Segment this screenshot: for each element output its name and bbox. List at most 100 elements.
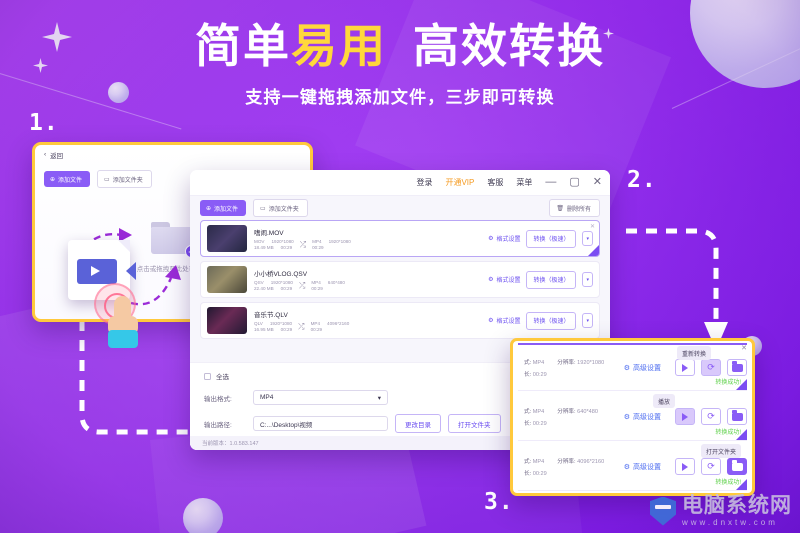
menu-button[interactable]: 菜单 [516,177,532,188]
play-button[interactable] [675,458,695,475]
file-name: 音乐节.QLV [254,311,288,319]
table-row[interactable]: 小小桥VLOG.QSV QSV 1920*1080 22.40 MB 00:29 [200,261,600,298]
source-specs: MOV 1920*1080 18.49 MB 00:29 [254,239,294,251]
advanced-settings-link[interactable]: ⚙ 高级设置 [624,462,661,472]
reconvert-button[interactable]: ⟳ [701,458,721,475]
change-directory-button[interactable]: 更改目录 [395,414,441,433]
src-format: QLV [254,320,263,326]
back-chevron-icon[interactable]: ‹ [44,151,46,158]
open-folder-button[interactable] [727,458,747,475]
src-dur: 00:29 [280,245,293,251]
play-button[interactable] [675,408,695,425]
format-settings-link[interactable]: ⚙ 格式设置 [488,234,520,243]
target-specs: MP4 1920*1080 00:29 [312,239,351,251]
remove-row-icon[interactable]: ✕ [590,223,595,230]
vip-button[interactable]: 开通VIP [445,177,474,188]
support-button[interactable]: 客服 [487,177,503,188]
output-format-select[interactable]: MP4 ▾ [253,390,388,405]
row-corner-marker [736,379,747,390]
dst-format: MP4 [311,279,321,285]
convert-button[interactable]: 转换（极速） [526,311,577,330]
open-folder-button[interactable]: 打开文件夹 [448,414,501,433]
dst-res: 1920*1080 [328,238,351,244]
src-size: 18.49 MB [254,245,274,251]
row-corner-marker [736,479,747,490]
main-add-folder-label: 添加文件夹 [268,206,299,213]
delete-all-label: 删除所有 [566,206,591,213]
result-resolution: 分辨率: 1920*1080 [557,359,605,366]
gear-icon: ⚙ [488,236,494,242]
format-settings-link[interactable]: ⚙ 格式设置 [488,316,520,325]
select-all-checkbox[interactable] [204,372,211,380]
delete-all-button[interactable]: 🗑 删除所有 [549,199,600,217]
login-button[interactable]: 登录 [416,177,432,188]
main-add-folder-button[interactable]: ▭ 添加文件夹 [253,199,308,217]
target-specs: MP4 4096*2160 00:29 [311,321,350,333]
src-dur: 00:29 [280,327,293,333]
chevron-down-icon[interactable]: ▾ [582,272,593,287]
gear-icon: ⚙ [623,413,630,421]
format-settings-label: 格式设置 [496,278,521,284]
version-label: 当前版本：1.0.583.147 [202,441,259,447]
main-toolbar: ⊕ 添加文件 ▭ 添加文件夹 🗑 删除所有 [190,196,610,220]
result-row[interactable]: 式: MP4 分辨率: 1920*1080 长: 00:29 ⚙ 高级设置 ⟳ … [518,343,747,391]
result-row[interactable]: 式: MP4 分辨率: 640*480 长: 00:29 ⚙ 高级设置 ⟳ 播放… [518,393,747,441]
watermark-cn: 电脑系统网 [682,494,792,517]
gear-icon: ⚙ [488,318,494,324]
step-number-1: 1. [29,110,59,136]
convert-button[interactable]: 转换（极速） [526,229,577,248]
main-add-file-label: 添加文件 [214,206,239,213]
result-specs: 式: MP4 分辨率: 4096*2160 长: 00:29 [524,457,624,477]
result-specs: 式: MP4 分辨率: 640*480 长: 00:29 [524,407,624,427]
title-part-3: 高效转换 [413,19,605,73]
watermark: 电脑系统网 www.dnxtw.com [650,495,792,527]
convert-button[interactable]: 转换（极速） [526,270,577,289]
step3-results-panel: ✕ 式: MP4 分辨率: 1920*1080 长: 00:29 ⚙ 高级设置 … [510,338,755,496]
table-row[interactable]: 音乐节.QLV QLV 1920*1080 16.95 MB 00:29 ⤮ M… [200,302,600,339]
format-settings-link[interactable]: ⚙ 格式设置 [488,275,520,284]
video-play-icon [77,259,117,284]
output-path-input[interactable]: C:...\Desktop\视频 [253,416,388,431]
minimize-icon[interactable]: — [545,177,556,188]
src-res: 1920*1080 [269,320,293,326]
advanced-settings-link[interactable]: ⚙ 高级设置 [624,363,661,373]
chevron-down-icon[interactable]: ▾ [582,313,593,328]
result-format: 式: MP4 [524,359,545,366]
chevron-down-icon: ▾ [377,394,381,402]
result-resolution: 分辨率: 640*480 [557,408,598,415]
headline-block: 简单易用 高效转换 支持一键拖拽添加文件，三步即可转换 [0,22,800,108]
format-settings-label: 格式设置 [496,319,521,325]
main-add-file-button[interactable]: ⊕ 添加文件 [200,200,247,216]
play-button[interactable] [675,359,695,376]
page-subtitle: 支持一键拖拽添加文件，三步即可转换 [245,88,555,109]
advanced-settings-link[interactable]: ⚙ 高级设置 [624,412,661,422]
refresh-icon: ⟳ [707,461,715,471]
swap-arrows-icon: ⤮ [298,321,305,331]
folder-icon: ▭ [260,205,266,212]
video-thumbnail [207,307,247,334]
maximize-icon[interactable]: ▢ [569,177,579,188]
dst-res: 640*480 [327,279,345,285]
open-folder-button[interactable] [727,408,747,425]
poster-canvas: 简单易用 高效转换 支持一键拖拽添加文件，三步即可转换 1. 2. 3. ‹ 返回… [0,0,800,533]
file-name: 嗜闹.MOV [254,229,284,237]
reconvert-button[interactable]: ⟳ [701,359,721,376]
source-specs: QSV 1920*1080 22.40 MB 00:29 [254,280,293,292]
file-name: 小小桥VLOG.QSV [254,270,308,278]
result-format: 式: MP4 [524,458,545,465]
close-icon[interactable]: ✕ [593,177,602,188]
src-res: 1920*1080 [270,279,293,285]
output-path-label: 输出路径: [204,421,232,429]
chevron-down-icon[interactable]: ▾ [582,231,593,246]
reconvert-button[interactable]: ⟳ [701,408,721,425]
open-folder-button[interactable] [727,359,747,376]
step1-back-label: 返回 [50,152,64,160]
result-row[interactable]: 式: MP4 分辨率: 4096*2160 长: 00:29 ⚙ 高级设置 ⟳ … [518,443,747,491]
table-row[interactable]: 嗜闹.MOV MOV 1920*1080 18.49 MB 00:29 ⤮ MP… [200,220,600,257]
title-highlight: 易用 [291,19,387,73]
advanced-settings-label: 高级设置 [633,463,661,471]
output-format-value: MP4 [260,394,274,401]
src-dur: 00:29 [280,286,293,292]
tooltip-open-folder: 打开文件夹 [700,444,741,458]
tooltip-reconvert: 重新转换 [676,346,711,360]
